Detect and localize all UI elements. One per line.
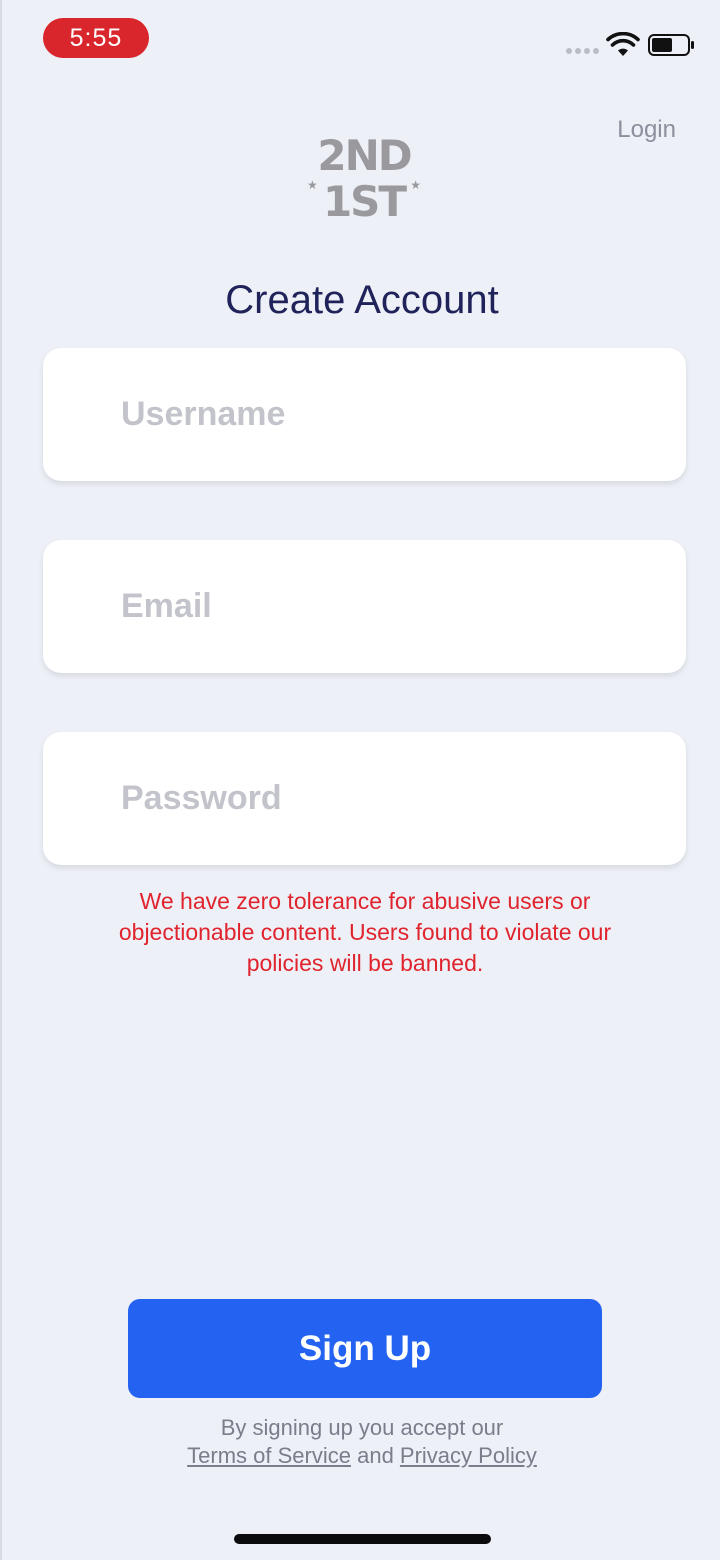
page-title: Create Account [225, 278, 499, 322]
email-input[interactable] [121, 540, 661, 673]
logo-line-2: 1ST [322, 177, 407, 226]
username-input[interactable] [121, 348, 661, 481]
terms-of-service-link[interactable]: Terms of Service [187, 1443, 351, 1468]
sign-up-button[interactable]: Sign Up [128, 1299, 602, 1398]
star-icon: ★ [410, 178, 421, 192]
app-logo: 2ND 1ST ★ ★ [302, 134, 426, 230]
password-input[interactable] [121, 732, 661, 865]
email-field-container [43, 540, 686, 673]
terms-conjunction: and [357, 1443, 400, 1468]
cellular-signal-icon [566, 48, 599, 54]
username-field-container [43, 348, 686, 481]
terms-links-line: Terms of Service and Privacy Policy [2, 1442, 720, 1470]
wifi-icon [606, 32, 640, 56]
terms-prefix: By signing up you accept our [220, 1415, 504, 1440]
status-time: 5:55 [43, 18, 149, 58]
privacy-policy-link[interactable]: Privacy Policy [400, 1443, 537, 1468]
abuse-policy-warning: We have zero tolerance for abusive users… [118, 888, 612, 976]
home-indicator[interactable] [234, 1534, 491, 1544]
logo-line-1: 2ND [317, 131, 412, 180]
terms-notice: By signing up you accept our Terms of Se… [2, 1414, 720, 1470]
login-link[interactable]: Login [617, 116, 676, 144]
password-field-container [43, 732, 686, 865]
create-account-screen: 5:55 Login 2ND 1ST ★ ★ Create Account We… [0, 0, 720, 1560]
star-icon: ★ [307, 178, 318, 192]
battery-icon [648, 34, 694, 56]
